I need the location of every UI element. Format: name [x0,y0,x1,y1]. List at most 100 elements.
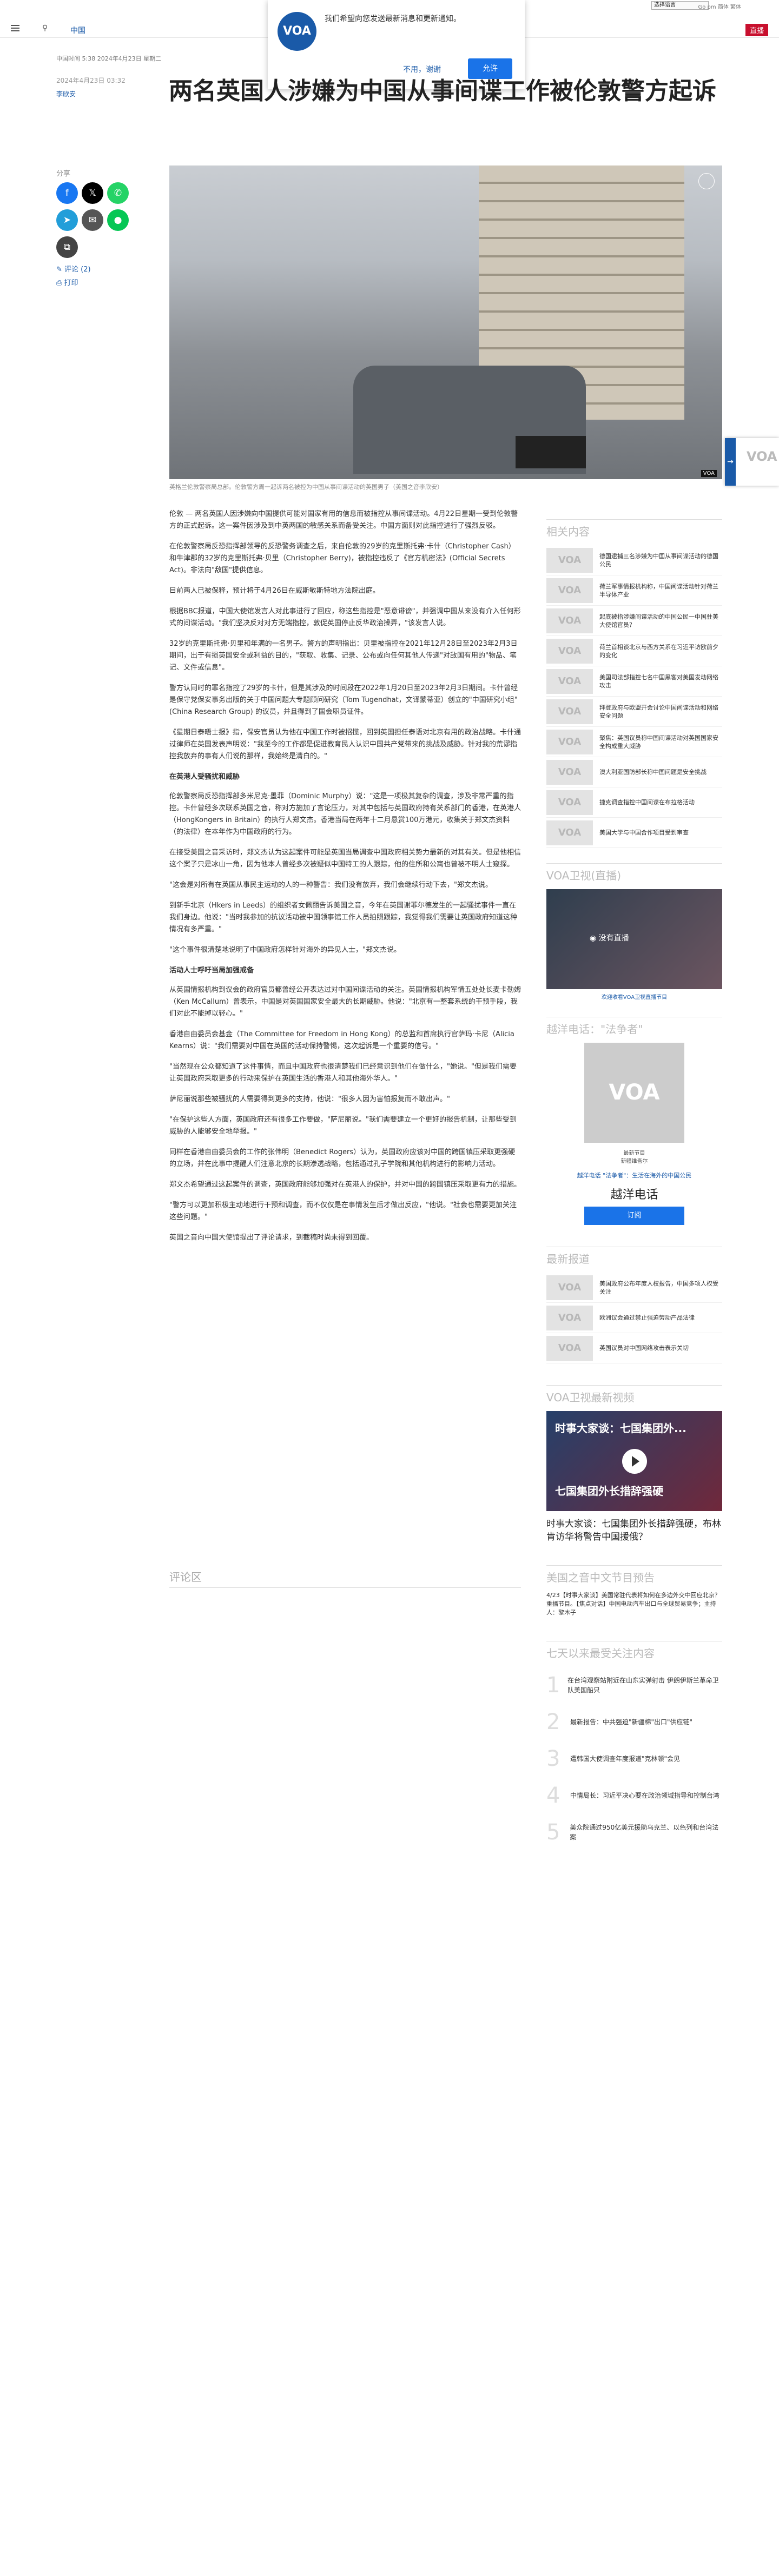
item-title: 美国大学与中国合作项目受到审查 [599,829,689,836]
print-link[interactable]: ⎙ 打印 [56,277,137,287]
language-links[interactable]: Go pm 简体 繁体 [698,2,742,10]
rank-number: 4 [546,1783,560,1808]
phone-heading: 越洋电话："法争者" [546,1017,722,1036]
paragraph: 同样在香港自由委员会的工作的张伟明（Benedict Rogers）认为，英国政… [169,1148,516,1168]
list-item[interactable]: VOA 聚焦：英国议员称中国间谍活动对英国国家安全构成重大威胁 [546,727,722,757]
list-item[interactable]: VOA 荷兰军事情报机构称，中国间谍活动针对荷兰半导体产业 [546,575,722,606]
voa-thumbnail: VOA [546,1275,593,1300]
list-item[interactable]: VOA 英国议员对中国网络攻击表示关切 [546,1333,722,1363]
item-title: 最新报告：中共强迫"新疆棉"出口"供应链" [570,1718,693,1726]
video-heading: VOA卫视最新视频 [546,1385,722,1405]
line-icon[interactable]: ● [107,209,129,231]
paragraph: 郑文杰希望通过这起案件的调查，英国政府能够加强对在英港人的保护，并对中国的跨国镇… [169,1181,521,1189]
list-item[interactable]: VOA 美国大学与中国合作项目受到审查 [546,818,722,848]
video-title-overlay: 时事大家谈：七国集团外... [555,1422,686,1435]
paragraph: 伦敦警察局反恐指挥部多米尼克·墨菲（Dominic Murphy）说："这是一项… [169,792,521,836]
author-link[interactable]: 李欣安 [56,89,76,98]
live-status: ◉ 没有直播 [590,934,629,943]
copy-link-icon[interactable]: ⧉ [56,236,78,258]
article-body: 伦敦 — 两名英国人因涉嫌向中国提供可能对国家有用的信息而被指控从事间谍活动。4… [169,508,521,1253]
list-item[interactable]: VOA 德国逮捕三名涉嫌为中国从事间谍活动的德国公民 [546,545,722,575]
rank-number: 2 [546,1710,560,1734]
paragraph: 目前两人已被保释，预计将于4月26日在威斯敏斯特地方法院出庭。 [169,587,380,595]
decline-button[interactable]: 不用，谢谢 [403,64,441,75]
voa-thumbnail: VOA [546,699,593,724]
comments-link[interactable]: ✎ 评论 (2) [56,263,137,274]
voa-thumbnail: VOA [546,1335,593,1361]
voa-thumbnail: VOA [546,547,593,573]
share-label: 分享 [56,170,71,178]
list-item[interactable]: VOA 荷兰首相谈北京与西方关系在习近平访欧前夕的变化 [546,636,722,666]
voa-thumbnail: VOA [546,608,593,633]
live-heading: VOA卫视(直播) [546,863,722,883]
floating-side-tab[interactable]: → VOA [725,438,779,486]
hamburger-menu-icon[interactable] [11,25,19,31]
program-link[interactable]: 越洋电话 "法争者"：生活在海外的中国公民 [546,1171,722,1180]
voa-logo: VOA [278,12,316,51]
paragraph: 在伦敦警察局反恐指挥部领导的反恐警务调查之后，来自伦敦的29岁的克里斯托弗·卡什… [169,542,516,574]
item-title: 在台湾观察站附近在山东实弹射击 伊朗伊斯兰革命卫队美国船只 [567,1677,719,1694]
paragraph: 从英国情报机构到议会的政府官员都曾经公开表达过对中国间谍活动的关注。英国情报机构… [169,986,521,1018]
item-title: 遭韩国大使调查年度报道"克林顿"会见 [570,1755,681,1763]
play-icon[interactable] [622,1449,647,1474]
telegram-icon[interactable]: ➤ [56,209,78,231]
comments-link-label: 评论 (2) [64,266,91,274]
paragraph: 香港自由委员会基金（The Committee for Freedom in H… [169,1030,514,1050]
voa-thumbnail: VOA [546,638,593,664]
voa-thumbnail: VOA [546,729,593,754]
print-link-label: 打印 [64,279,78,287]
paragraph: 英国之音向中国大使馆提出了评论请求，到截稿时尚未得到回覆。 [169,1234,374,1242]
popup-message: 我们希望向您发送最新消息和更新通知。 [325,15,461,23]
list-item[interactable]: VOA 捷克调查指控中国间谍在布拉格活动 [546,787,722,818]
live-youtube-link[interactable]: 欢迎收看VOA卫视直播节目 [546,992,722,1001]
scotland-yard-sign [516,436,586,468]
popular-item[interactable]: 3 遭韩国大使调查年度报道"克林顿"会见 [546,1740,722,1777]
search-icon[interactable]: ⚲ [42,24,48,32]
voa-thumbnail: VOA [546,790,593,815]
rank-number: 1 [546,1673,560,1698]
paragraph: 在接受美国之音采访时，郑文杰认为这起案件可能是英国当局调查中国政府相关势力最新的… [169,849,521,869]
item-title: 德国逮捕三名涉嫌为中国从事间谍活动的德国公民 [599,552,718,568]
popular-item[interactable]: 4 中情局长：习近平决心要在政治领域指导和控制台湾 [546,1777,722,1814]
video-player[interactable]: 时事大家谈：七国集团外... 七国集团外长措辞强硬 [546,1411,722,1511]
related-heading: 相关内容 [546,519,722,539]
list-item[interactable]: VOA 美国司法部指控七名中国黑客对美国发动网络攻击 [546,666,722,697]
list-item[interactable]: VOA 美国政府公布年度人权报告，中国多项人权受关注 [546,1273,722,1303]
popular-item[interactable]: 5 美众院通过950亿美元援助乌克兰、以色列和台湾法案 [546,1814,722,1851]
article-title: 两名英国人涉嫌为中国从事间谍工作被伦敦警方起诉 [169,77,716,105]
list-item[interactable]: VOA 澳大利亚国防部长称中国问题是安全挑战 [546,757,722,787]
list-item[interactable]: VOA 拜登政府与欧盟开会讨论中国间谍活动和网络安全问题 [546,697,722,727]
voa-watermark: VOA [701,470,717,477]
item-title: 美众院通过950亿美元援助乌克兰、以色列和台湾法案 [570,1824,719,1841]
section-heading: 在英港人受骚扰和威胁 [169,773,240,781]
voa-thumbnail: VOA [546,578,593,603]
section-link[interactable]: 中国 [70,25,85,36]
video-caption[interactable]: 时事大家谈：七国集团外长措辞强硬，布林肯访华将警告中国援俄？ [546,1518,722,1544]
facebook-icon[interactable]: f [56,182,78,204]
list-item[interactable]: VOA 欧洲议会通过禁止强迫劳动产品法律 [546,1303,722,1333]
email-icon[interactable]: ✉ [82,209,103,231]
preview-heading: 美国之音中文节目预告 [546,1565,722,1585]
live-button[interactable]: 直播 [745,24,768,36]
subscribe-button[interactable]: 订阅 [584,1207,684,1225]
popular-item[interactable]: 2 最新报告：中共强迫"新疆棉"出口"供应链" [546,1704,722,1740]
paragraph: 警方认同时的罪名指控了29岁的卡什，但是其涉及的时间段在2022年1月20日至2… [169,684,518,716]
arrow-right-icon[interactable]: → [725,438,736,486]
program-preview: 4/23【时事大家谈】美国常驻代表将如何在多边外交中回应北京？重播节目。【焦点对… [546,1592,721,1616]
x-twitter-icon[interactable]: 𝕏 [82,182,103,204]
whatsapp-icon[interactable]: ✆ [107,182,129,204]
item-title: 欧洲议会通过禁止强迫劳动产品法律 [599,1314,695,1321]
expand-image-icon[interactable] [698,173,715,189]
list-item[interactable]: VOA 起底被指涉嫌间谍活动的中国公民一中国驻美大使馆官员？ [546,606,722,636]
popular-item[interactable]: 1 在台湾观察站附近在山东实弹射击 伊朗伊斯兰革命卫队美国船只 [546,1667,722,1704]
live-player[interactable]: ◉ 没有直播 [546,889,722,989]
comments-section-heading: 评论区 [169,1568,521,1588]
paragraph: "当然现在公众都知道了这件事情，而且中国政府也很清楚我们已经意识到他们在做什么，… [169,1063,517,1083]
voa-logo: VOA [747,449,777,464]
latest-heading: 最新报道 [546,1247,722,1266]
item-title: 美国政府公布年度人权报告，中国多项人权受关注 [599,1280,718,1295]
popular-list: 1 在台湾观察站附近在山东实弹射击 伊朗伊斯兰革命卫队美国船只 2 最新报告：中共强迫… [546,1667,722,1851]
item-title: 荷兰首相谈北京与西方关系在习近平访欧前夕的变化 [599,643,718,659]
item-title: 聚焦：英国议员称中国间谍活动对英国国家安全构成重大威胁 [599,734,718,750]
paragraph: "这个事件很清楚地说明了中国政府怎样针对海外的异见人士，"郑文杰说。 [169,946,401,954]
